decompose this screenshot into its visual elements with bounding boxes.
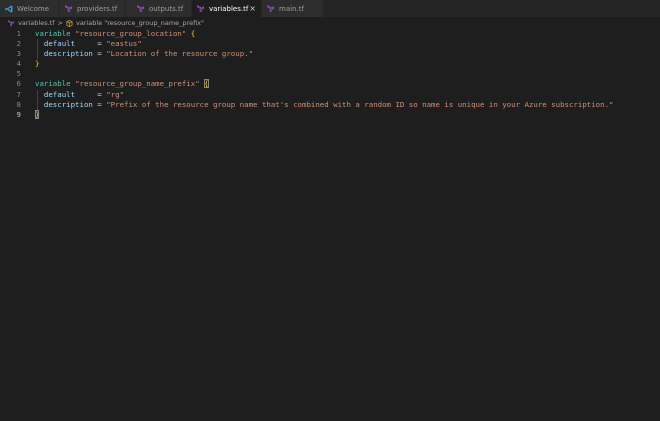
- operator-token: =: [92, 49, 107, 59]
- string-token: "Prefix of the resource group name that'…: [106, 99, 614, 109]
- editor-window: Welcome providers.tf outputs.tf variable…: [0, 0, 660, 421]
- terraform-icon: [8, 19, 15, 27]
- line-number: 1: [16, 29, 21, 38]
- matched-brace-token: {: [204, 79, 209, 89]
- line-number: 7: [16, 89, 21, 99]
- code-text: default = "eastus": [35, 39, 142, 49]
- operator-token: [35, 100, 44, 109]
- line-number: 3: [16, 49, 21, 59]
- string-token: "eastus": [106, 39, 142, 49]
- code-text: }: [35, 109, 40, 120]
- tab-label: main.tf: [279, 4, 304, 13]
- attribute-token: description: [43, 99, 93, 109]
- tab-label: Welcome: [17, 4, 50, 13]
- keyword-token: variable: [35, 29, 71, 38]
- code-line[interactable]: 7 default = "rg": [0, 90, 660, 100]
- tab-main[interactable]: main.tf: [262, 0, 324, 17]
- code-line[interactable]: 9}: [0, 109, 660, 120]
- code-line[interactable]: 5: [0, 69, 660, 79]
- terraform-icon: [197, 4, 205, 13]
- string-token: "rg": [106, 89, 125, 99]
- line-number: 8: [16, 99, 21, 109]
- tab-providers[interactable]: providers.tf: [60, 0, 126, 17]
- brace-token: {: [190, 29, 196, 38]
- operator-token: [35, 39, 44, 48]
- tab-variables[interactable]: variables.tf ×: [192, 0, 262, 17]
- keyword-token: variable: [35, 79, 71, 89]
- operator-token: =: [75, 39, 107, 49]
- brace-token: }: [35, 59, 40, 69]
- operator-token: [35, 90, 44, 99]
- vscode-logo-icon: [5, 5, 13, 13]
- terraform-icon: [137, 4, 145, 13]
- code-line[interactable]: 1 variable "resource_group_location" {: [0, 29, 660, 39]
- symbol-variable-icon: [66, 19, 73, 27]
- line-number: 5: [16, 69, 21, 79]
- tab-label: variables.tf: [209, 4, 249, 13]
- breadcrumb-separator: >: [57, 19, 63, 27]
- terraform-icon: [65, 4, 73, 13]
- string-token: "resource_group_name_prefix": [75, 79, 200, 89]
- string-token: "Location of the resource group.": [106, 49, 254, 59]
- string-token: "resource_group_location": [75, 29, 187, 38]
- code-line[interactable]: 6 variable "resource_group_name_prefix" {: [0, 79, 660, 89]
- code-line[interactable]: 3 description = "Location of the resourc…: [0, 49, 660, 59]
- line-number: 4: [16, 59, 21, 69]
- breadcrumb-symbol[interactable]: variable "resource_group_name_prefix": [76, 19, 204, 27]
- code-text: description = "Prefix of the resource gr…: [35, 99, 614, 110]
- code-editor[interactable]: 1 variable "resource_group_location" {2 d…: [0, 29, 660, 421]
- attribute-token: default: [43, 39, 76, 49]
- code-line[interactable]: 4}: [0, 59, 660, 69]
- breadcrumb-file[interactable]: variables.tf: [18, 19, 55, 27]
- tab-outputs[interactable]: outputs.tf: [126, 0, 192, 17]
- line-number: 6: [16, 79, 21, 89]
- close-icon[interactable]: ×: [249, 4, 256, 13]
- code-text: variable "resource_group_location" {: [35, 29, 195, 39]
- tab-label: outputs.tf: [149, 4, 184, 13]
- tab-welcome[interactable]: Welcome: [0, 0, 60, 17]
- code-text: default = "rg": [35, 90, 124, 100]
- code-text: }: [35, 59, 39, 69]
- breadcrumb: variables.tf > variable "resource_group_…: [0, 17, 660, 29]
- tab-bar: Welcome providers.tf outputs.tf variable…: [0, 0, 660, 17]
- attribute-token: description: [43, 49, 93, 59]
- code-text: description = "Location of the resource …: [35, 49, 253, 59]
- line-number: 9: [16, 109, 21, 119]
- code-line[interactable]: 2 default = "eastus": [0, 39, 660, 49]
- code-line[interactable]: 8 description = "Prefix of the resource …: [0, 100, 660, 110]
- code-text: variable "resource_group_name_prefix" {: [35, 79, 209, 89]
- operator-token: =: [92, 99, 107, 109]
- line-number: 2: [16, 39, 21, 49]
- tab-label: providers.tf: [77, 4, 118, 13]
- matched-brace-token: }: [35, 109, 40, 119]
- operator-token: =: [75, 89, 107, 99]
- operator-token: [35, 49, 44, 58]
- attribute-token: default: [43, 89, 76, 99]
- terraform-icon: [267, 4, 275, 13]
